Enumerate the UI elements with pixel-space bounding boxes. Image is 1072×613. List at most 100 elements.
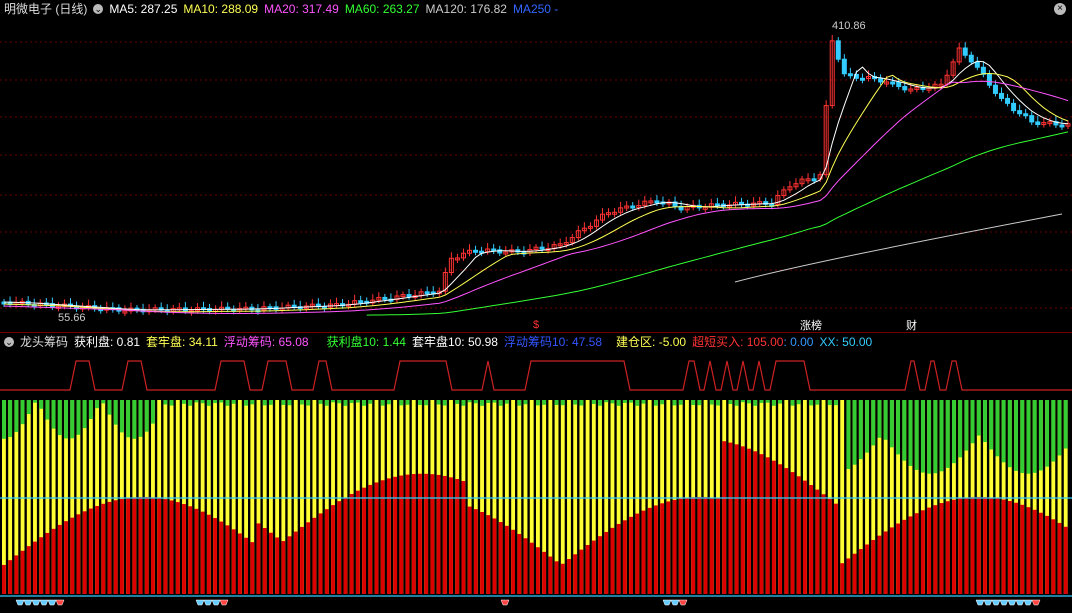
float-bar: [871, 400, 876, 446]
candle-body: [859, 77, 865, 81]
float-bar: [1026, 400, 1031, 474]
profit-bar: [157, 498, 162, 594]
ma5-label: MA5: 287.25: [109, 2, 178, 16]
profit-bar: [716, 498, 720, 594]
float-bar: [591, 400, 596, 404]
profit-bar: [529, 542, 534, 594]
diamond-marker: [211, 599, 221, 606]
profit-bar: [641, 510, 646, 594]
field-profit10: 获利盘10: 1.44: [326, 335, 406, 349]
profit-bar: [573, 554, 578, 594]
indicator-pulse-line: [0, 360, 1072, 391]
profit-bar: [970, 497, 975, 594]
float-bar: [952, 400, 956, 464]
field-profit: 获利盘: 0.81: [74, 335, 141, 349]
profit-bar: [393, 476, 398, 594]
event-marker-dollar[interactable]: $: [533, 319, 539, 331]
profit-bar: [1032, 509, 1037, 594]
float-bar: [852, 400, 857, 465]
profit-bar: [653, 505, 658, 594]
float-bar: [523, 400, 528, 405]
candle-body: [962, 47, 968, 56]
float-bar: [418, 400, 422, 405]
candle-body: [291, 304, 297, 308]
profit-bar: [635, 513, 640, 594]
float-bar: [573, 400, 578, 405]
float-bar: [622, 400, 627, 403]
float-bar: [660, 400, 665, 405]
profit-bar: [945, 501, 950, 594]
float-bar: [498, 400, 503, 406]
float-bar: [983, 400, 987, 443]
float-bar: [14, 400, 19, 433]
profit-bar: [138, 497, 143, 594]
profit-bar: [1063, 526, 1068, 594]
float-bar: [908, 400, 913, 466]
float-bar: [119, 400, 124, 433]
profit-bar: [70, 517, 75, 594]
profit-bar: [362, 487, 366, 594]
profit-bar: [914, 513, 919, 594]
float-bar: [827, 400, 832, 406]
profit-bar: [175, 502, 180, 594]
float-bar: [753, 400, 758, 406]
profit-bar: [26, 546, 31, 594]
float-bar: [188, 400, 193, 406]
float-bar: [70, 400, 75, 439]
profit-bar: [567, 559, 571, 594]
float-bar: [616, 400, 621, 406]
diamond-marker: [219, 599, 229, 606]
profit-bar: [1057, 522, 1062, 594]
float-bar: [771, 400, 776, 406]
profit-bar: [51, 528, 56, 594]
float-bar: [424, 400, 429, 406]
profit-bar: [517, 533, 522, 594]
profit-bar: [449, 477, 453, 594]
profit-bar: [39, 537, 44, 594]
profit-bar: [846, 558, 851, 594]
profit-bar: [312, 517, 317, 594]
float-bar: [206, 400, 211, 406]
profit-bar: [256, 523, 261, 594]
float-bar: [480, 400, 484, 406]
profit-bar: [225, 525, 230, 594]
float-bar: [88, 400, 93, 420]
profit-bar: [306, 522, 311, 594]
collapse-icon[interactable]: ⌄: [4, 337, 14, 347]
float-bar: [945, 400, 950, 468]
float-bar: [95, 400, 99, 409]
event-marker-rank[interactable]: 涨榜: [800, 318, 822, 332]
candlesticks: [1, 34, 1071, 317]
stock-title[interactable]: 明微电子 (日线): [4, 0, 87, 18]
float-bar: [989, 400, 994, 450]
ma250-label: MA250 -: [512, 2, 559, 16]
indicator-name[interactable]: 龙头筹码: [20, 333, 68, 351]
chip-distribution-bars: [2, 400, 1068, 594]
price-header: 明微电子 (日线) ⌄ MA5: 287.25 MA10: 288.09 MA2…: [0, 0, 1072, 18]
ma-line: [3, 60, 1069, 311]
profit-bar: [591, 540, 596, 594]
event-marker-finance[interactable]: 财: [906, 318, 917, 332]
profit-bar: [213, 518, 217, 594]
float-bar: [349, 400, 354, 404]
profit-bar: [927, 507, 932, 594]
float-bar: [635, 400, 640, 406]
float-bar: [964, 400, 969, 451]
profit-bar: [815, 489, 820, 594]
profit-bar: [908, 516, 913, 594]
profit-bar: [821, 494, 826, 594]
profit-bar: [76, 514, 81, 594]
candle-body: [902, 86, 908, 91]
profit-bar: [374, 482, 379, 594]
close-icon[interactable]: ×: [1054, 3, 1066, 15]
candle-body: [968, 54, 974, 63]
float-bar: [920, 400, 925, 473]
profit-bar: [163, 499, 168, 594]
float-bar: [1045, 400, 1050, 467]
profit-bar: [293, 531, 298, 594]
ma-line: [3, 72, 1069, 313]
diamond-marker: [195, 599, 205, 606]
collapse-icon[interactable]: ⌄: [93, 4, 104, 14]
profit-bar: [219, 521, 224, 594]
profit-bar: [349, 493, 354, 594]
